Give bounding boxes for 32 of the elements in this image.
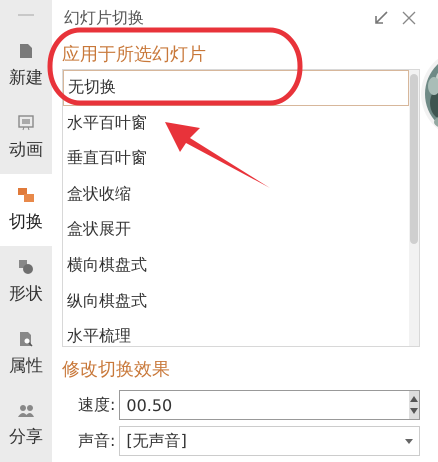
effect-item[interactable]: 盒状收缩 (63, 176, 131, 212)
spinner-arrows-icon[interactable] (409, 391, 419, 419)
people-icon (17, 404, 35, 418)
section-heading: 修改切换效果 (62, 358, 171, 382)
section-heading: 应用于所选幻灯片 (62, 43, 207, 67)
properties-icon (19, 331, 33, 347)
panel-title: 幻灯片切换 (63, 8, 145, 28)
effect-item[interactable]: 垂直百叶窗 (63, 141, 147, 177)
effect-item[interactable]: 水平梳理 (63, 319, 131, 346)
effect-item[interactable]: 纵向棋盘式 (63, 284, 147, 320)
slideshow-icon (18, 115, 34, 131)
sidebar-tab[interactable]: 分享 (0, 390, 52, 462)
arrow-icon[interactable] (374, 11, 388, 25)
effect-item[interactable]: 横向棋盘式 (63, 248, 147, 284)
effect-item[interactable]: 盒状展开 (63, 212, 131, 248)
field-label: 速度: (78, 394, 116, 416)
sound-dropdown[interactable]: [无声音] (119, 426, 420, 456)
caret-icon (405, 438, 413, 444)
scrollbar[interactable] (409, 70, 419, 346)
sidebar-tab[interactable]: 形状 (0, 246, 52, 318)
speed-spinner[interactable]: 00.50 (119, 390, 420, 420)
transition-icon (17, 187, 35, 203)
field-label: 声音: (78, 430, 116, 452)
sidebar-tab[interactable]: 属性 (0, 318, 52, 390)
sidebar-tab[interactable]: 动画 (0, 102, 52, 174)
sidebar-tab[interactable]: 切换 (0, 174, 52, 246)
effect-item[interactable]: 水平百叶窗 (63, 106, 147, 142)
shapes-icon (18, 259, 34, 275)
document-icon (19, 43, 33, 59)
close-icon[interactable] (402, 11, 416, 25)
effect-item[interactable]: 无切换 (63, 70, 409, 106)
sidebar-tab[interactable]: 新建 (0, 30, 52, 102)
